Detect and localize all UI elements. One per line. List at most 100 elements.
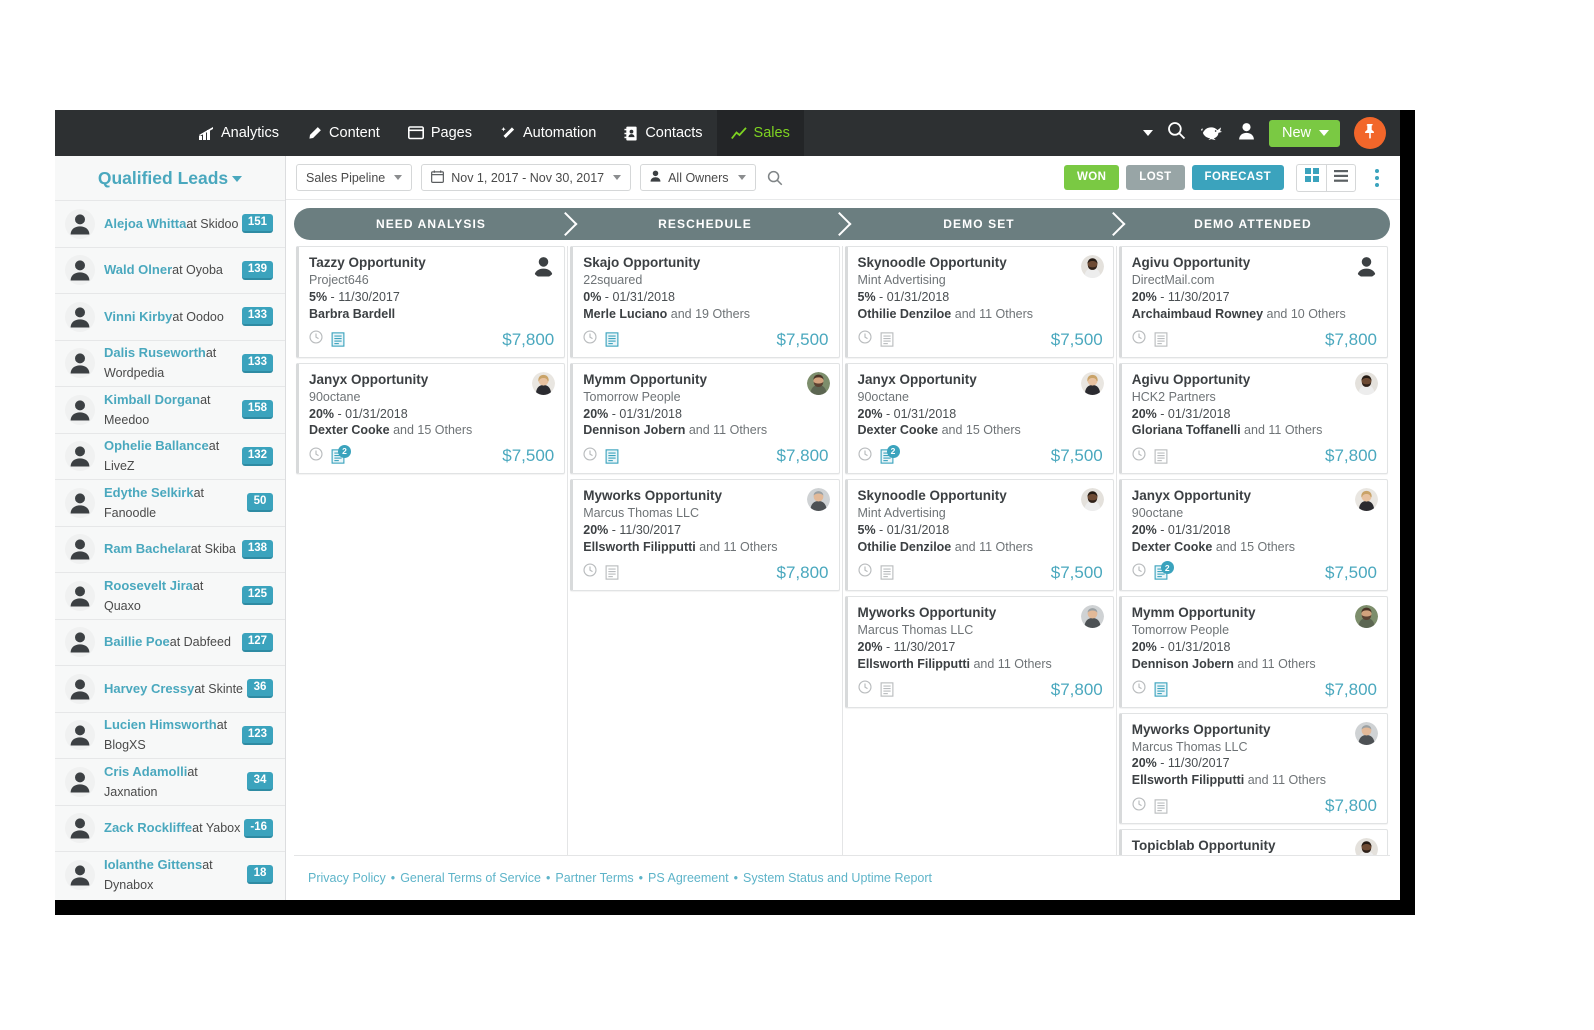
document-icon[interactable] — [331, 332, 345, 347]
lead-name[interactable]: Edythe Selkirk — [104, 485, 194, 500]
opportunity-owner-avatar[interactable] — [1355, 371, 1378, 395]
kebab-menu-icon[interactable] — [1363, 165, 1388, 191]
lead-name[interactable]: Ram Bachelar — [104, 541, 191, 556]
opportunity-owner-avatar[interactable] — [807, 255, 830, 278]
opportunity-owner-avatar[interactable] — [1355, 255, 1378, 278]
document-icon[interactable]: 2 — [1154, 561, 1174, 581]
opportunity-card[interactable]: Skynoodle Opportunity Mint Advertising 5% … — [844, 246, 1114, 358]
opportunity-card[interactable]: Topicblab OpportunityConnelly Partners20… — [1118, 829, 1388, 855]
document-icon[interactable] — [1154, 449, 1168, 464]
lead-list-item[interactable]: Edythe Selkirkat Fanoodle 50 — [55, 479, 285, 526]
document-icon[interactable] — [880, 332, 894, 347]
opportunity-card[interactable]: Janyx Opportunity 90octane 20% - 01/31/201… — [1118, 479, 1388, 591]
lead-name[interactable]: Baillie Poe — [104, 634, 170, 649]
lead-name[interactable]: Alejoa Whitta — [104, 216, 186, 231]
pipeline-stage-2[interactable]: RESCHEDULE — [568, 208, 842, 240]
document-icon[interactable] — [1154, 798, 1168, 814]
document-icon[interactable] — [1154, 682, 1168, 697]
lead-list-item[interactable]: Dalis Ruseworthat Wordpedia 133 — [55, 339, 285, 386]
nav-item-contacts[interactable]: Contacts — [610, 110, 716, 156]
user-profile-icon[interactable] — [1238, 122, 1255, 145]
footer-link[interactable]: Privacy Policy — [308, 871, 386, 885]
opportunity-card[interactable]: Janyx Opportunity 90octane 20% - 01/31/201… — [844, 362, 1114, 475]
opportunity-owner-avatar[interactable] — [532, 371, 556, 395]
lead-list-item[interactable]: Wald Olnerat Oyoba 139 — [55, 246, 285, 293]
lead-list-item[interactable]: Kimball Dorganat Meedoo 158 — [55, 386, 285, 433]
list-view-button[interactable] — [1326, 163, 1356, 192]
opportunity-card[interactable]: Mymm Opportunity Tomorrow People 20% - 01/… — [570, 362, 840, 475]
footer-link[interactable]: System Status and Uptime Report — [743, 871, 932, 885]
pipeline-stage-3[interactable]: DEMO SET — [842, 208, 1116, 240]
document-icon[interactable] — [605, 449, 619, 464]
chevron-down-icon[interactable] — [1142, 130, 1153, 136]
nav-item-content[interactable]: Content — [293, 110, 394, 156]
opportunity-owner-avatar[interactable] — [1080, 604, 1104, 628]
document-icon[interactable] — [605, 332, 619, 347]
opportunity-card[interactable]: Skynoodle Opportunity Mint Advertising 5% … — [844, 479, 1114, 591]
owner-select[interactable]: All Owners — [640, 164, 756, 191]
lead-list-item[interactable]: Ophelie Ballanceat LiveZ 132 — [55, 432, 285, 479]
pipeline-stage-1[interactable]: NEED ANALYSIS — [294, 208, 568, 240]
new-button[interactable]: New — [1268, 119, 1340, 147]
grid-view-button[interactable] — [1296, 163, 1326, 192]
lead-list-item[interactable]: Cris Adamolliat Jaxnation 34 — [55, 758, 285, 805]
lead-name[interactable]: Lucien Himsworth — [104, 717, 217, 732]
qualified-leads-dropdown[interactable]: Qualified Leads — [98, 168, 243, 189]
lead-list-item[interactable]: Alejoa Whittaat Skidoo 151 — [55, 200, 285, 247]
footer-link[interactable]: Partner Terms — [555, 871, 633, 885]
nav-item-pages[interactable]: Pages — [394, 110, 486, 156]
lead-name[interactable]: Harvey Cressy — [104, 681, 194, 696]
nav-item-automation[interactable]: Automation — [486, 110, 610, 156]
document-icon[interactable] — [605, 565, 619, 581]
opportunity-owner-avatar[interactable] — [806, 371, 830, 395]
document-icon[interactable] — [1154, 332, 1168, 347]
document-icon[interactable] — [880, 682, 894, 697]
lead-name[interactable]: Dalis Ruseworth — [104, 345, 206, 360]
lead-name[interactable]: Kimball Dorgan — [104, 392, 200, 407]
pipeline-select[interactable]: Sales Pipeline — [296, 164, 413, 191]
document-icon[interactable] — [880, 565, 894, 581]
opportunity-owner-avatar[interactable] — [1080, 255, 1104, 278]
lead-list-item[interactable]: Roosevelt Jiraat Quaxo 125 — [55, 572, 285, 619]
opportunity-owner-avatar[interactable] — [1080, 488, 1104, 512]
opportunity-card[interactable]: Mymm Opportunity Tomorrow People 20% - 01/… — [1118, 595, 1388, 708]
forecast-button[interactable]: FORECAST — [1191, 165, 1284, 190]
lead-list-item[interactable]: Baillie Poeat Dabfeed 127 — [55, 618, 285, 665]
footer-link[interactable]: General Terms of Service — [400, 871, 541, 885]
lead-name[interactable]: Cris Adamolli — [104, 764, 187, 779]
pipeline-stage-4[interactable]: DEMO ATTENDED — [1116, 208, 1390, 240]
opportunity-owner-avatar[interactable] — [1355, 838, 1378, 855]
nav-item-analytics[interactable]: Analytics — [185, 110, 293, 156]
opportunity-card[interactable]: Myworks Opportunity Marcus Thomas LLC 20% … — [1118, 712, 1388, 825]
lead-list-item[interactable]: Harvey Cressyat Skinte 36 — [55, 665, 285, 712]
opportunity-owner-avatar[interactable] — [1080, 371, 1104, 395]
lead-list-item[interactable]: Lucien Himsworthat BlogXS 123 — [55, 711, 285, 758]
search-icon[interactable] — [1167, 121, 1186, 145]
lead-name[interactable]: Vinni Kirby — [104, 309, 172, 324]
lead-list-item[interactable]: Ram Bachelarat Skiba 138 — [55, 525, 285, 572]
lead-list-item[interactable]: Vinni Kirbyat Oodoo 133 — [55, 293, 285, 340]
footer-link[interactable]: PS Agreement — [648, 871, 729, 885]
opportunity-owner-avatar[interactable] — [1355, 604, 1378, 628]
pin-button[interactable] — [1354, 117, 1386, 149]
opportunity-card[interactable]: Skajo Opportunity 22squared 0% - 01/31/201… — [570, 246, 840, 358]
won-button[interactable]: WON — [1063, 165, 1120, 190]
opportunity-card[interactable]: Janyx Opportunity 90octane 20% - 01/31/201… — [296, 362, 566, 475]
date-range-select[interactable]: Nov 1, 2017 - Nov 30, 2017 — [421, 164, 632, 191]
lead-name[interactable]: Ophelie Ballance — [104, 438, 209, 453]
griffin-logo-icon[interactable] — [1200, 121, 1224, 146]
document-icon[interactable]: 2 — [880, 444, 900, 464]
opportunity-owner-avatar[interactable] — [1355, 721, 1378, 745]
nav-item-sales[interactable]: Sales — [716, 110, 804, 156]
document-icon[interactable]: 2 — [331, 444, 351, 464]
lead-list-item[interactable]: Iolanthe Gittensat Dynabox 18 — [55, 851, 285, 898]
opportunity-card[interactable]: Agivu Opportunity HCK2 Partners 20% - 01/3… — [1118, 362, 1388, 475]
lead-name[interactable]: Iolanthe Gittens — [104, 857, 202, 872]
opportunity-card[interactable]: Tazzy Opportunity Project646 5% - 11/30/20… — [296, 246, 566, 358]
search-icon[interactable] — [767, 170, 783, 186]
opportunity-owner-avatar[interactable] — [806, 488, 830, 512]
opportunity-card[interactable]: Myworks Opportunity Marcus Thomas LLC 20% … — [844, 595, 1114, 708]
lead-list-item[interactable]: Zack Rockliffeat Yabox -16 — [55, 804, 285, 851]
opportunity-card[interactable]: Myworks Opportunity Marcus Thomas LLC 20% … — [570, 479, 840, 591]
lead-name[interactable]: Roosevelt Jira — [104, 578, 193, 593]
